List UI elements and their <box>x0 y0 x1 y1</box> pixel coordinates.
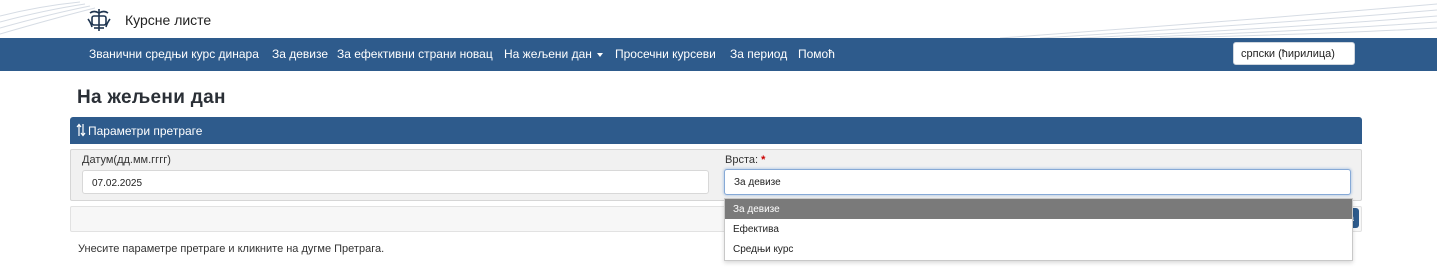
nav-item-selected-day[interactable]: На жељени дан <box>504 47 603 61</box>
site-title[interactable]: Курсне листе <box>125 12 211 28</box>
nav-item-average-rates[interactable]: Просечни курсеви <box>615 47 716 61</box>
type-option-foreign-currency[interactable]: За девизе <box>725 199 1352 219</box>
main-navbar: Званични средњи курс динара За девизе За… <box>0 38 1437 71</box>
hint-text: Унесите параметре претраге и кликните на… <box>78 243 385 255</box>
page-title: На жељени дан <box>77 87 226 108</box>
type-option-middle-rate[interactable]: Средњи курс <box>725 239 1352 259</box>
date-input[interactable]: 07.02.2025 <box>82 170 709 194</box>
header-decoration <box>0 1 1437 38</box>
type-select[interactable]: За девизе <box>724 169 1351 195</box>
language-select[interactable]: српски (ћирилица) <box>1233 42 1355 65</box>
coat-of-arms-icon[interactable] <box>86 7 112 33</box>
type-dropdown-list: За девизе Ефектива Средњи курс <box>724 198 1353 261</box>
nav-item-help[interactable]: Помоћ <box>798 47 835 61</box>
type-option-cash[interactable]: Ефектива <box>725 219 1352 239</box>
search-panel-body: Датум(дд.мм.гггг) 07.02.2025 Врста: * За… <box>70 149 1362 201</box>
nav-item-cash[interactable]: За ефективни страни новац <box>337 47 493 61</box>
sort-arrows-icon <box>76 123 86 137</box>
site-header: Курсне листе <box>0 0 1437 38</box>
date-label: Датум(дд.мм.гггг) <box>82 154 171 166</box>
required-marker: * <box>761 154 766 166</box>
search-panel-header[interactable]: Параметри претраге <box>70 117 1362 144</box>
type-label-text: Врста: <box>725 154 759 166</box>
type-label: Врста: * <box>725 154 765 166</box>
nav-item-foreign-currency[interactable]: За девизе <box>272 47 328 61</box>
search-panel-title: Параметри претраге <box>88 124 203 138</box>
caret-down-icon <box>596 52 603 57</box>
nav-item-selected-day-label: На жељени дан <box>504 47 592 61</box>
nav-item-official-middle-rate[interactable]: Званични средњи курс динара <box>89 47 259 61</box>
nav-item-period[interactable]: За период <box>730 47 787 61</box>
